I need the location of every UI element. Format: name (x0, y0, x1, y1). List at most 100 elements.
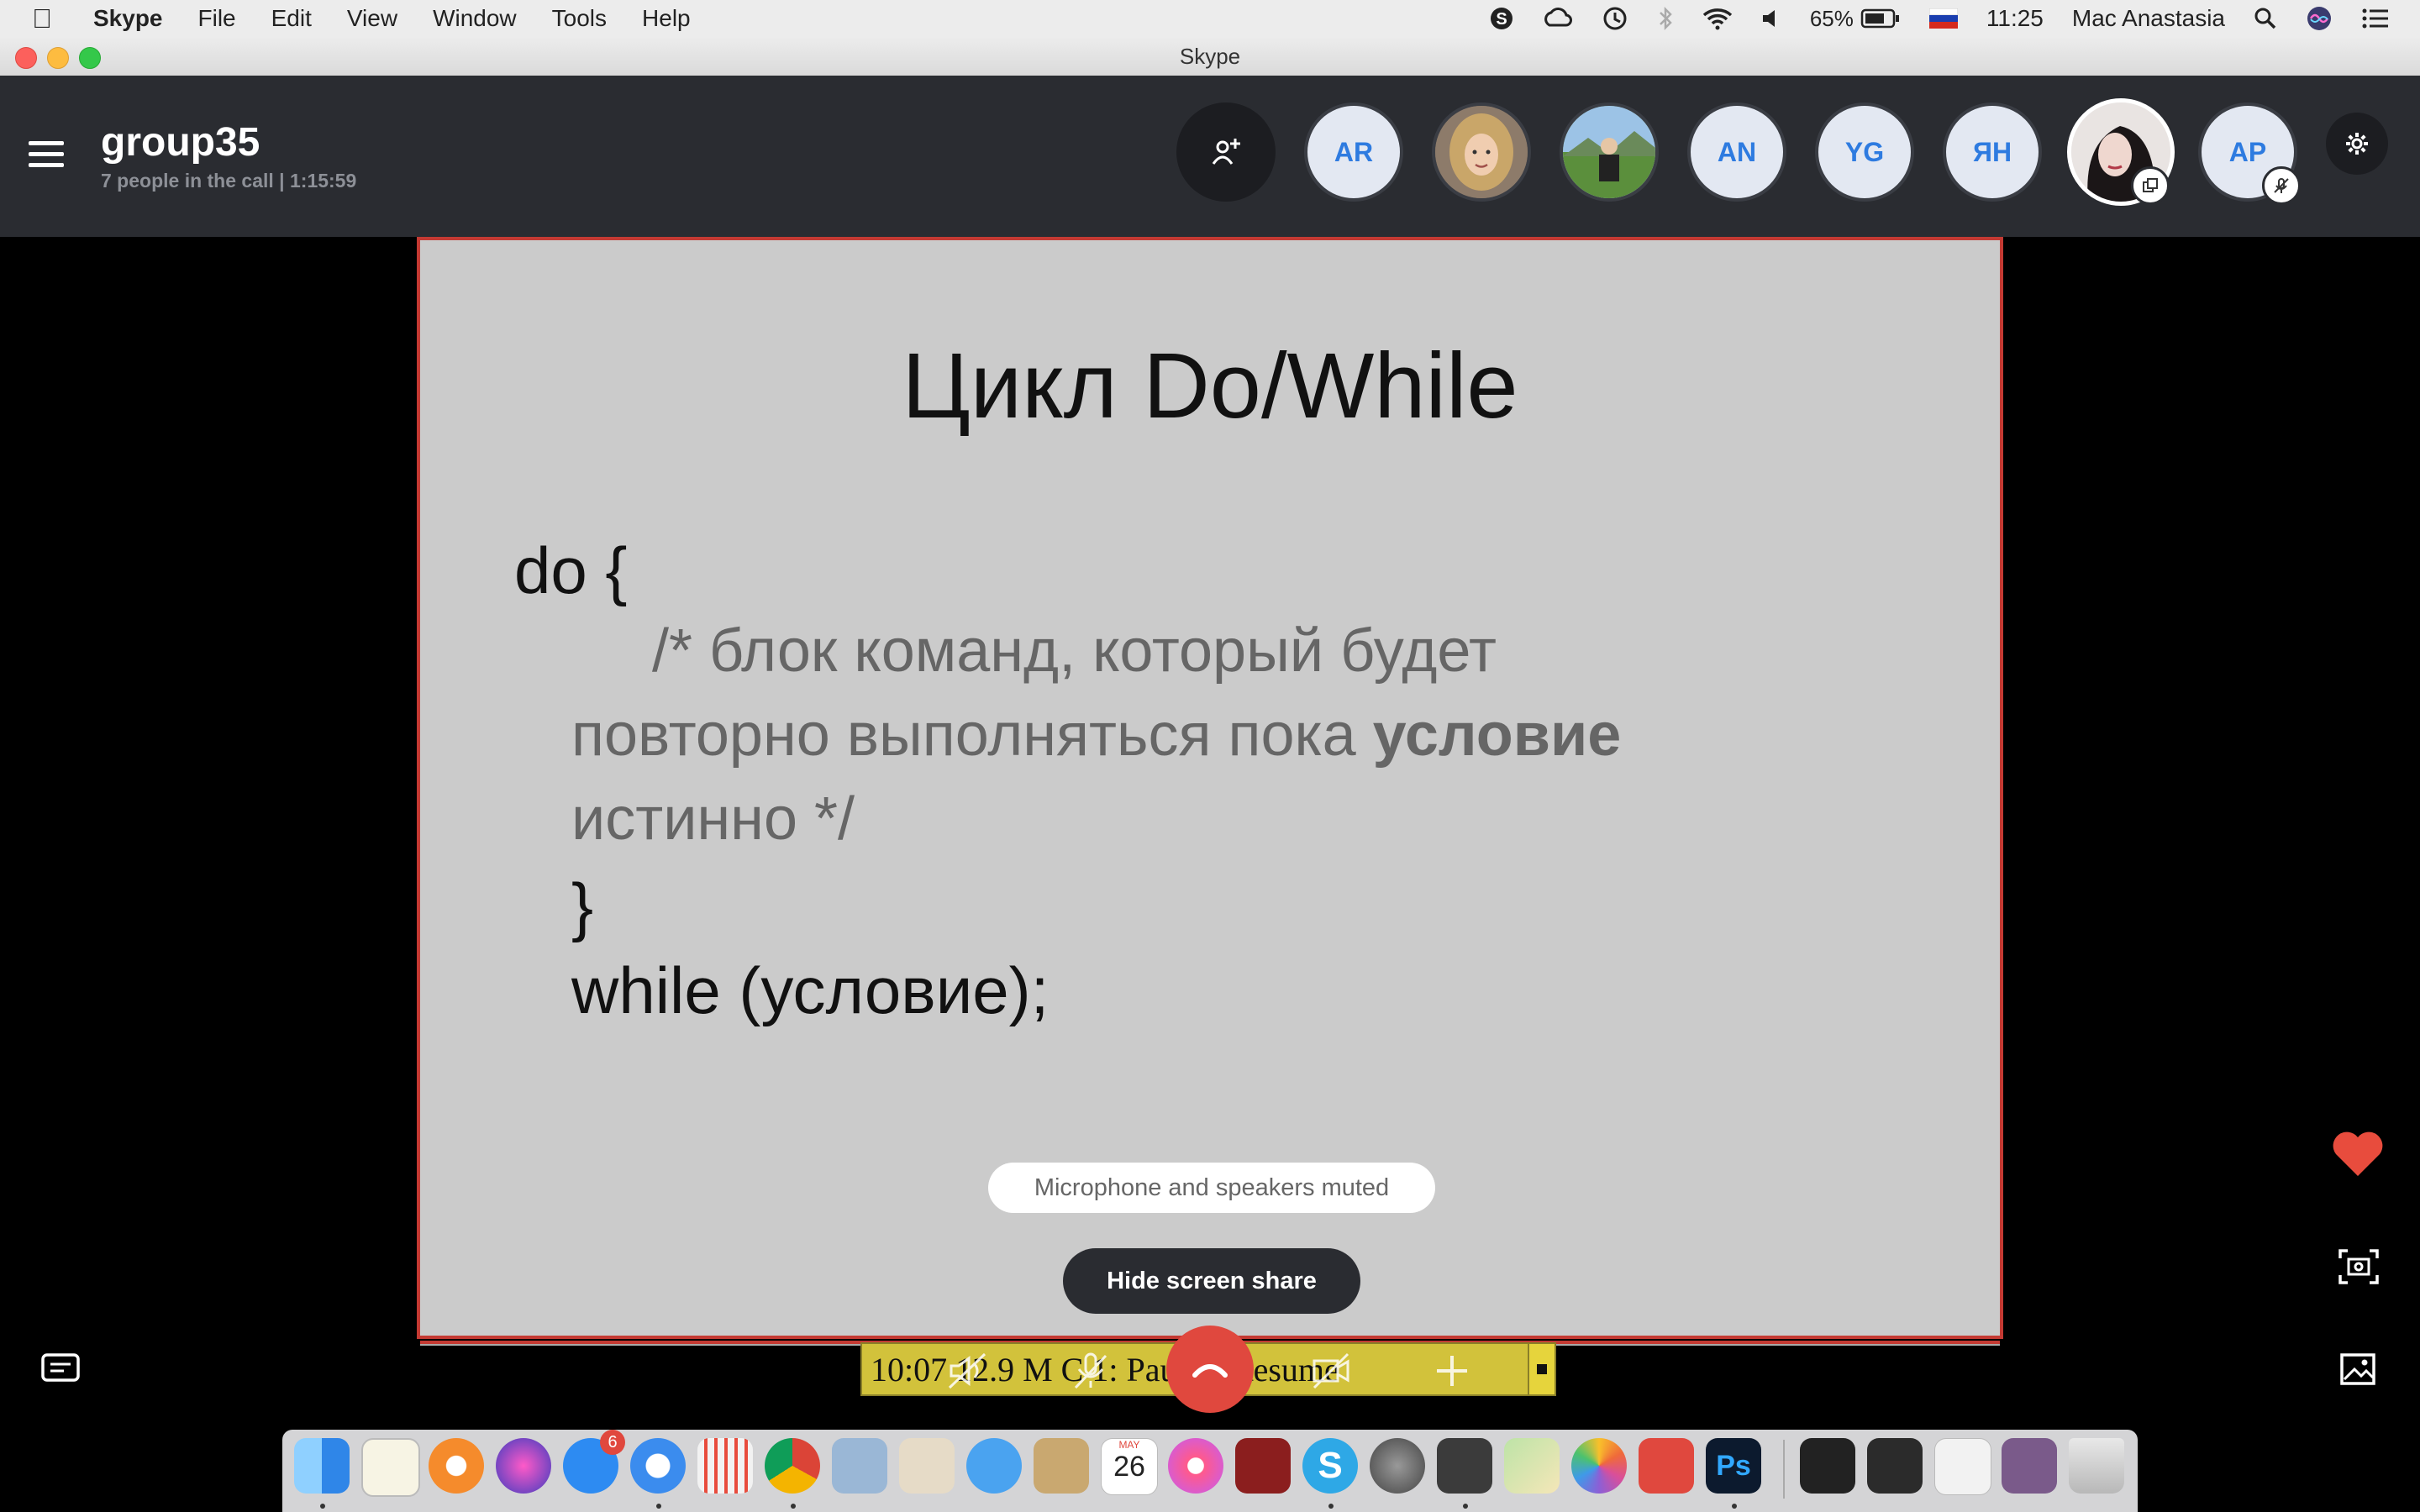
group-name[interactable]: group35 (101, 119, 260, 165)
volume-icon[interactable] (1761, 8, 1781, 29)
hide-screen-share-button[interactable]: Hide screen share (1063, 1248, 1360, 1314)
notes-icon[interactable] (1034, 1438, 1089, 1494)
chat-toggle-icon[interactable] (40, 1352, 81, 1389)
textedit-icon[interactable] (361, 1438, 420, 1497)
mic-muted-icon[interactable] (1067, 1347, 1114, 1394)
battery-icon (1860, 8, 1899, 29)
macos-dock: 6 MAY 26 S Ps (282, 1430, 2138, 1512)
man-outdoors-photo (1563, 106, 1655, 198)
window-thumb-3[interactable] (1934, 1438, 1991, 1495)
calendar-icon[interactable]: MAY 26 (1101, 1438, 1158, 1495)
calendar-day: 26 (1113, 1451, 1145, 1483)
comment-line-2: повторно выполняться пока условие (571, 701, 1621, 769)
hang-up-icon (1192, 1364, 1228, 1378)
avatar-initials: AP (2228, 136, 2267, 167)
siri-icon[interactable] (2306, 5, 2333, 32)
participant-avatar-yan[interactable]: ЯН (1943, 102, 2042, 202)
shared-screen[interactable]: Цикл Do/While do { /* блок команд, котор… (417, 237, 2003, 1346)
speaker-muted-icon[interactable] (944, 1347, 992, 1394)
apple-menu-icon[interactable]:  (0, 3, 76, 34)
add-person-icon (1212, 139, 1240, 165)
muted-notice: Microphone and speakers muted (988, 1163, 1435, 1213)
woman-blonde-photo (1435, 106, 1528, 198)
photoshop-icon[interactable]: Ps (1706, 1438, 1761, 1494)
avatar-initials: YG (1844, 136, 1885, 167)
running-indicator (1732, 1504, 1737, 1509)
calendar-month: MAY (1118, 1439, 1140, 1451)
menu-app-name[interactable]: Skype (76, 5, 181, 32)
participant-avatar-photo-2[interactable] (1560, 102, 1659, 202)
code-close-brace: } (571, 869, 594, 943)
macos-menu-bar:  Skype File Edit View Window Tools Help… (0, 0, 2420, 38)
mail-icon[interactable] (966, 1438, 1022, 1494)
wifi-icon[interactable] (1702, 7, 1733, 30)
menu-view[interactable]: View (329, 5, 415, 32)
flag-ru-icon[interactable] (1928, 8, 1958, 29)
mic-muted-icon (2274, 178, 2289, 193)
snapshot-icon[interactable] (2338, 1248, 2380, 1289)
window-thumb-4[interactable] (2002, 1438, 2057, 1494)
heart-reaction-icon[interactable] (2331, 1129, 2385, 1182)
recorder-stop-button[interactable] (1528, 1344, 1555, 1394)
creative-cloud-icon[interactable] (1543, 7, 1573, 30)
window-thumb-1[interactable] (1800, 1438, 1855, 1494)
gallery-icon[interactable] (2339, 1352, 2376, 1390)
photo-booth-icon[interactable] (1235, 1438, 1291, 1494)
menu-edit[interactable]: Edit (254, 5, 329, 32)
avatar-initials: AR (1334, 136, 1374, 167)
window-title-bar: Skype (0, 37, 2420, 76)
menu-window[interactable]: Window (415, 5, 534, 32)
itunes-icon[interactable] (1168, 1438, 1223, 1494)
code-while-line: while (условие); (571, 953, 1050, 1027)
participant-avatar-photo-1[interactable] (1432, 102, 1531, 202)
video-off-icon[interactable] (1307, 1347, 1355, 1394)
zoom-window-button[interactable] (79, 47, 101, 69)
comment-line-1: /* блок команд, который будет (652, 617, 1497, 685)
bluetooth-icon[interactable] (1657, 6, 1674, 31)
chrome-icon[interactable] (765, 1438, 820, 1494)
call-settings-button[interactable] (2326, 113, 2388, 175)
screen-share-badge (2131, 166, 2170, 205)
file-icon[interactable] (899, 1438, 955, 1494)
spotlight-icon[interactable] (2254, 7, 2277, 30)
siri-icon[interactable] (496, 1438, 551, 1494)
comment-line-2-bold: условие (1372, 701, 1622, 769)
minimize-window-button[interactable] (47, 47, 69, 69)
app-store-badge: 6 (600, 1430, 625, 1455)
time-machine-icon[interactable] (1602, 5, 1628, 32)
safari-icon[interactable] (630, 1438, 686, 1494)
hamburger-menu-icon[interactable] (29, 141, 64, 168)
end-call-button[interactable] (1166, 1326, 1254, 1413)
sublime-text-icon[interactable] (1437, 1438, 1492, 1494)
dock-separator (1783, 1440, 1785, 1499)
running-indicator (791, 1504, 796, 1509)
creative-cloud-icon[interactable] (1639, 1438, 1694, 1494)
menu-tools[interactable]: Tools (534, 5, 624, 32)
user-name[interactable]: Mac Anastasia (2072, 5, 2225, 32)
notification-center-icon[interactable] (2361, 7, 2390, 30)
preview-icon[interactable] (832, 1438, 887, 1494)
clock-time[interactable]: 11:25 (1986, 5, 2044, 32)
skype-icon[interactable]: S (1302, 1438, 1358, 1494)
call-header: group35 7 people in the call | 1:15:59 A… (0, 76, 2420, 237)
menu-help[interactable]: Help (624, 5, 708, 32)
maps-icon[interactable] (1504, 1438, 1560, 1494)
launchpad-icon[interactable] (697, 1438, 753, 1494)
more-options-icon[interactable] (1428, 1347, 1476, 1394)
participant-avatar-yg[interactable]: YG (1815, 102, 1914, 202)
system-preferences-icon[interactable] (1370, 1438, 1425, 1494)
battery-percent[interactable]: 65% (1810, 6, 1901, 32)
window-title: Skype (1179, 44, 1241, 69)
skype-status-icon[interactable]: S (1489, 6, 1514, 31)
close-window-button[interactable] (15, 47, 37, 69)
photos-icon[interactable] (1571, 1438, 1627, 1494)
svg-text:S: S (1496, 10, 1507, 29)
participant-avatar-ar[interactable]: AR (1304, 102, 1403, 202)
participant-avatar-an[interactable]: AN (1687, 102, 1786, 202)
window-thumb-2[interactable] (1867, 1438, 1923, 1494)
add-participant-button[interactable] (1176, 102, 1276, 202)
menu-file[interactable]: File (181, 5, 254, 32)
finder-icon[interactable] (294, 1438, 350, 1494)
origin-icon[interactable] (429, 1438, 484, 1494)
trash-icon[interactable] (2069, 1438, 2124, 1494)
